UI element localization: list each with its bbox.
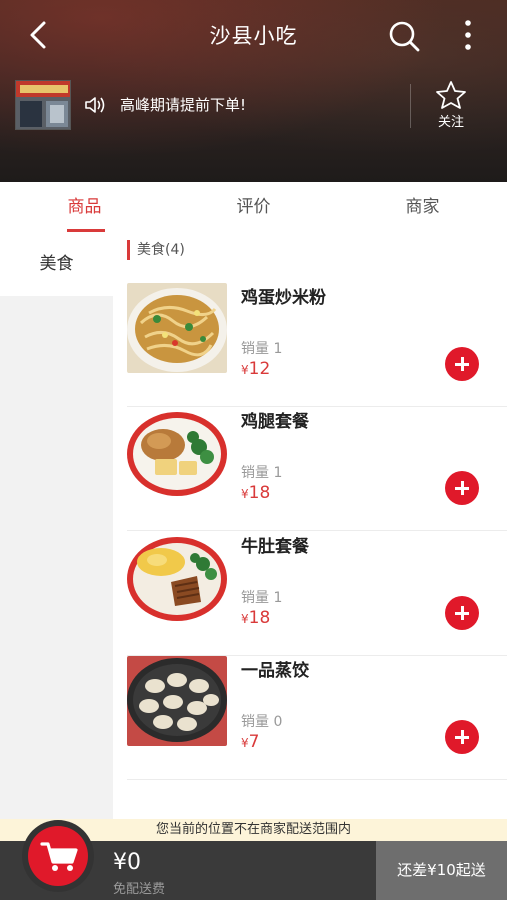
tab-merchant[interactable]: 商家 <box>338 182 507 232</box>
dish-price: ¥7 <box>241 732 259 752</box>
price-value: 7 <box>248 732 260 752</box>
category-sidebar: 美食 <box>0 232 113 820</box>
currency-symbol: ¥ <box>241 736 249 750</box>
search-button[interactable] <box>386 18 422 54</box>
dish-name: 一品蒸饺 <box>241 661 309 681</box>
dish-sales: 销量 0 <box>241 714 283 730</box>
dish-price: ¥18 <box>241 608 270 628</box>
dish-image <box>127 283 227 373</box>
tab-bar: 商品 评价 商家 <box>0 182 507 232</box>
dish-name: 鸡腿套餐 <box>241 412 309 432</box>
dish-image <box>127 532 227 622</box>
shop-header: 沙县小吃 高峰期请提前下单! 关注 <box>0 0 507 182</box>
top-bar: 沙县小吃 <box>0 0 507 70</box>
divider <box>410 84 411 128</box>
cart-button[interactable] <box>22 820 94 892</box>
search-icon <box>389 21 420 52</box>
dish-price: ¥18 <box>241 483 270 503</box>
add-to-cart-button[interactable] <box>445 596 479 630</box>
dish-item[interactable]: 牛肚套餐 销量 1 ¥18 <box>127 532 507 656</box>
delivery-fee-text: 免配送费 <box>113 882 166 897</box>
dish-image <box>127 407 227 497</box>
price-value: 18 <box>248 608 271 628</box>
price-value: 18 <box>248 483 271 503</box>
dish-name: 鸡蛋炒米粉 <box>241 288 326 308</box>
follow-button[interactable]: 关注 <box>425 80 477 132</box>
tab-products[interactable]: 商品 <box>0 182 169 232</box>
add-to-cart-button[interactable] <box>445 347 479 381</box>
add-to-cart-button[interactable] <box>445 720 479 754</box>
dish-sales: 销量 1 <box>241 341 283 357</box>
follow-label: 关注 <box>437 115 464 130</box>
price-value: 12 <box>248 359 271 379</box>
cart-total: ¥0 <box>113 850 141 875</box>
speaker-icon <box>84 95 108 115</box>
notice-text: 高峰期请提前下单! <box>120 96 247 114</box>
currency-symbol: ¥ <box>241 612 249 626</box>
add-to-cart-button[interactable] <box>445 471 479 505</box>
section-title: 美食(4) <box>127 240 185 260</box>
more-vertical-icon <box>465 20 471 50</box>
dish-image <box>127 656 227 746</box>
checkout-button[interactable]: 还差¥10起送 <box>376 841 507 900</box>
dish-price: ¥12 <box>241 359 270 379</box>
dish-sales: 销量 1 <box>241 465 283 481</box>
dish-sales: 销量 1 <box>241 590 283 606</box>
tab-reviews[interactable]: 评价 <box>169 182 338 232</box>
star-icon <box>436 81 466 109</box>
dish-item[interactable]: 鸡蛋炒米粉 销量 1 ¥12 <box>127 283 507 407</box>
category-item-food[interactable]: 美食 <box>0 232 113 296</box>
dish-name: 牛肚套餐 <box>241 537 309 557</box>
dish-item[interactable]: 鸡腿套餐 销量 1 ¥18 <box>127 407 507 531</box>
shop-thumbnail <box>15 80 71 130</box>
cart-badge-bg <box>28 826 88 886</box>
more-button[interactable] <box>456 18 480 54</box>
page-title: 沙县小吃 <box>209 24 298 48</box>
dish-item[interactable]: 一品蒸饺 销量 0 ¥7 <box>127 656 507 780</box>
shopping-cart-icon <box>40 842 78 871</box>
currency-symbol: ¥ <box>241 487 249 501</box>
currency-symbol: ¥ <box>241 363 249 377</box>
